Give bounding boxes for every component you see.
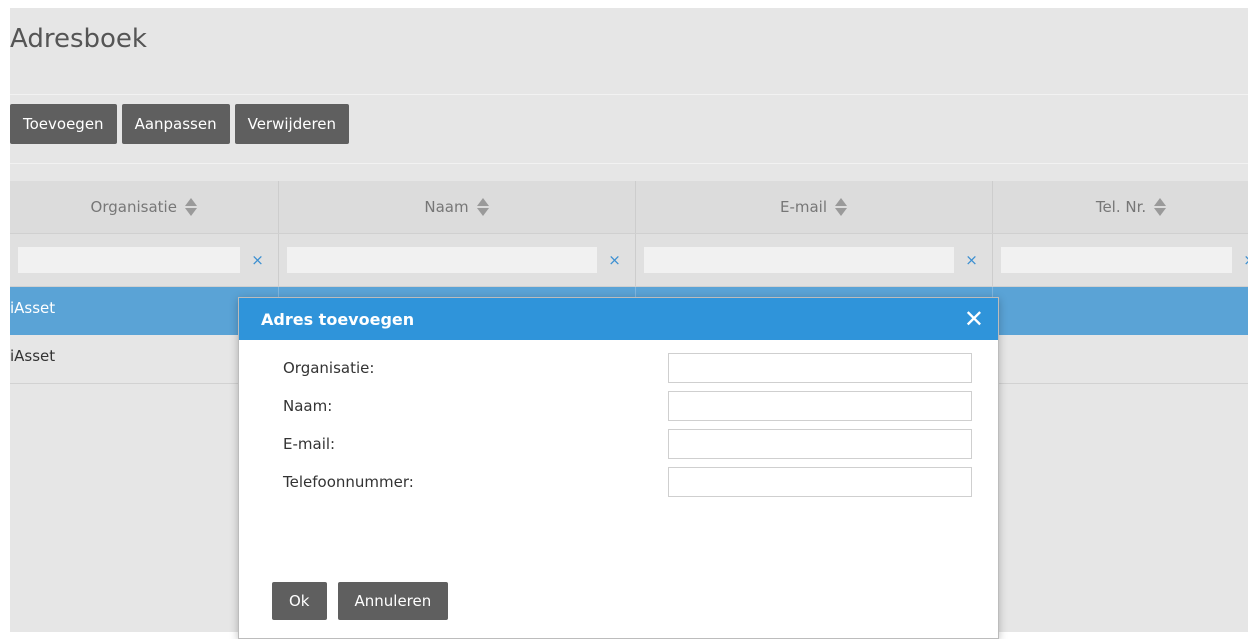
email-field[interactable] bbox=[668, 429, 972, 459]
page-title: Adresboek bbox=[10, 24, 147, 54]
filter-input-naam[interactable] bbox=[287, 247, 597, 273]
form-row-naam: Naam: bbox=[283, 387, 972, 425]
add-address-dialog: Adres toevoegen ✕ Organisatie: Naam: E-m… bbox=[238, 297, 999, 639]
toolbar: Toevoegen Aanpassen Verwijderen bbox=[10, 104, 349, 144]
cancel-button[interactable]: Annuleren bbox=[338, 582, 449, 620]
column-header-label: Organisatie bbox=[91, 198, 177, 216]
clear-filter-icon[interactable]: × bbox=[603, 251, 627, 269]
clear-filter-icon[interactable]: × bbox=[1238, 251, 1248, 269]
sort-icon[interactable] bbox=[477, 198, 489, 216]
sort-icon[interactable] bbox=[1154, 198, 1166, 216]
form-row-email: E-mail: bbox=[283, 425, 972, 463]
close-icon[interactable]: ✕ bbox=[964, 307, 984, 331]
dialog-title: Adres toevoegen bbox=[261, 310, 414, 329]
form-row-organisatie: Organisatie: bbox=[283, 349, 972, 387]
delete-button[interactable]: Verwijderen bbox=[235, 104, 349, 144]
dialog-header: Adres toevoegen ✕ bbox=[239, 298, 998, 340]
filter-input-email[interactable] bbox=[644, 247, 954, 273]
column-header-naam[interactable]: Naam bbox=[278, 181, 635, 234]
dialog-actions: Ok Annuleren bbox=[272, 582, 448, 620]
column-header-label: Naam bbox=[424, 198, 468, 216]
telefoon-field[interactable] bbox=[668, 467, 972, 497]
column-header-organisatie[interactable]: Organisatie bbox=[10, 181, 278, 234]
email-label: E-mail: bbox=[283, 435, 335, 453]
filter-row: × × × × bbox=[10, 234, 1248, 287]
naam-field[interactable] bbox=[668, 391, 972, 421]
filter-input-organisatie[interactable] bbox=[18, 247, 240, 273]
filter-input-tel[interactable] bbox=[1001, 247, 1232, 273]
column-header-label: E-mail bbox=[780, 198, 827, 216]
cell-tel bbox=[992, 335, 1248, 384]
column-header-email[interactable]: E-mail bbox=[635, 181, 992, 234]
ok-button[interactable]: Ok bbox=[272, 582, 327, 620]
form-row-telefoon: Telefoonnummer: bbox=[283, 463, 972, 501]
divider bbox=[10, 163, 1248, 164]
naam-label: Naam: bbox=[283, 397, 332, 415]
address-form: Organisatie: Naam: E-mail: Telefoonnumme… bbox=[283, 349, 972, 501]
clear-filter-icon[interactable]: × bbox=[246, 251, 270, 269]
cell-tel bbox=[992, 287, 1248, 336]
sort-icon[interactable] bbox=[835, 198, 847, 216]
column-header-tel[interactable]: Tel. Nr. bbox=[992, 181, 1248, 234]
clear-filter-icon[interactable]: × bbox=[960, 251, 984, 269]
telefoon-label: Telefoonnummer: bbox=[283, 473, 414, 491]
organisatie-label: Organisatie: bbox=[283, 359, 374, 377]
divider bbox=[10, 94, 1248, 95]
edit-button[interactable]: Aanpassen bbox=[122, 104, 230, 144]
column-header-label: Tel. Nr. bbox=[1096, 198, 1146, 216]
sort-icon[interactable] bbox=[185, 198, 197, 216]
organisatie-field[interactable] bbox=[668, 353, 972, 383]
add-button[interactable]: Toevoegen bbox=[10, 104, 117, 144]
